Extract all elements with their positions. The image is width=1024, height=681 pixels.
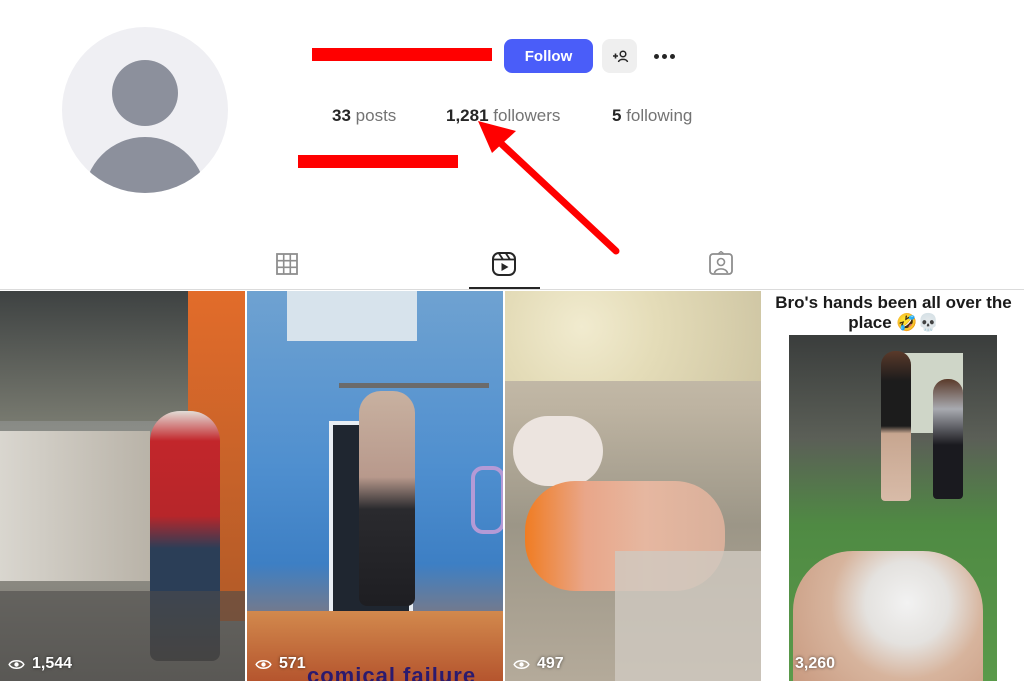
profile-avatar[interactable] [62,27,228,193]
pullup-bar [339,383,489,388]
reel-caption: Bro's hands been all over the place 🤣💀 [775,293,1012,332]
eye-icon [255,659,272,669]
more-options-button[interactable] [648,45,680,67]
overlay-caption: comical failure [307,663,477,681]
peeled-garlic-bowl [505,291,761,381]
eye-icon [513,659,530,669]
redacted-full-name [298,155,458,168]
follow-button[interactable]: Follow [504,39,593,73]
garlic-peels [615,551,761,681]
warehouse-shelves [0,431,150,581]
more-dots-icon [653,53,659,59]
avatar-placeholder-body [84,137,206,193]
annotation-arrow [478,121,620,255]
view-count: 571 [255,655,306,673]
reel-tile-3[interactable]: 497 [505,291,761,681]
tab-posts[interactable] [273,250,301,278]
tabs-divider [0,289,1024,290]
posts-count: 33 posts [332,106,397,125]
grid-icon [276,253,298,275]
garlic-bulbs [513,416,603,486]
reel-tile-2[interactable]: comical failure 571 [247,291,503,681]
hose-coil [471,466,503,534]
eye-icon [771,659,788,669]
ceiling-window [287,291,417,341]
suggested-users-button[interactable] [602,39,637,73]
view-count: 1,544 [8,655,72,673]
tab-reels[interactable] [490,250,518,278]
add-person-icon [612,50,628,63]
redacted-username [312,48,492,61]
person-black-shirt [881,351,911,501]
reels-icon [492,252,516,276]
avatar-placeholder-head [112,60,178,126]
tab-tagged[interactable] [707,250,735,278]
person-grey-top [933,379,963,499]
reel-tile-1[interactable]: 1,544 [0,291,245,681]
view-count: 497 [513,655,564,673]
tagged-user-icon [709,251,733,275]
reel-tile-4[interactable]: Bro's hands been all over the place 🤣💀 3… [763,291,1024,681]
view-count: 3,260 [771,655,835,673]
active-tab-indicator [469,287,540,289]
eye-icon [8,659,25,669]
person-hanging [359,391,415,606]
